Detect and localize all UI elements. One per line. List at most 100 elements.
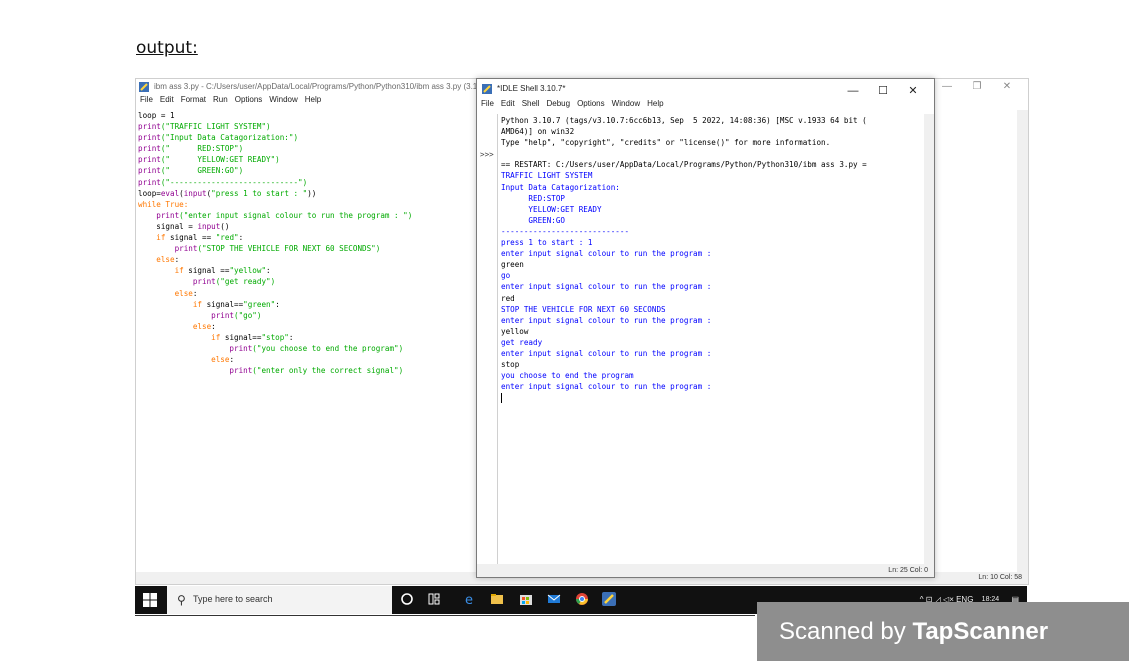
minimize-icon[interactable]: — bbox=[838, 81, 868, 101]
widgets-icon[interactable] bbox=[427, 592, 441, 606]
code-token: print bbox=[138, 166, 161, 176]
code-token: if bbox=[138, 332, 221, 342]
shell-line: enter input signal colour to run the pro… bbox=[501, 315, 712, 325]
edge-icon[interactable]: e bbox=[463, 592, 477, 606]
menu-options[interactable]: Options bbox=[577, 99, 605, 108]
editor-scrollbar[interactable] bbox=[1017, 110, 1028, 572]
idle-shell-window[interactable]: *IDLE Shell 3.10.7* — ☐ ✕ File Edit Shell Deb… bbox=[476, 78, 935, 578]
watermark-prefix: Scanned by bbox=[779, 618, 913, 645]
code-token: "green" bbox=[243, 299, 276, 309]
shell-title: *IDLE Shell 3.10.7* bbox=[497, 84, 566, 93]
code-token: "red" bbox=[215, 233, 239, 243]
menu-help[interactable]: Help bbox=[305, 95, 321, 104]
code-token: if bbox=[138, 266, 184, 276]
menu-window[interactable]: Window bbox=[269, 95, 297, 104]
shell-line: press 1 to start : 1 bbox=[501, 238, 593, 248]
menu-window[interactable]: Window bbox=[612, 99, 640, 108]
code-token: print bbox=[138, 210, 180, 220]
menu-help[interactable]: Help bbox=[647, 99, 663, 108]
menu-debug[interactable]: Debug bbox=[546, 99, 570, 108]
shell-line: Type "help", "copyright", "credits" or "… bbox=[501, 138, 831, 148]
shell-line: YELLOW:GET READY bbox=[501, 204, 602, 214]
svg-text:e: e bbox=[465, 593, 473, 606]
code-token: while bbox=[138, 199, 161, 209]
shell-line: == RESTART: C:/Users/user/AppData/Local/… bbox=[501, 160, 867, 170]
maximize-icon[interactable]: ❐ bbox=[962, 79, 992, 95]
code-token: eval bbox=[160, 188, 180, 198]
code-token: print bbox=[138, 177, 161, 187]
menu-options[interactable]: Options bbox=[235, 95, 263, 104]
code-line: loop = 1 bbox=[138, 111, 175, 120]
shell-scrollbar[interactable] bbox=[924, 114, 934, 564]
shell-line: enter input signal colour to run the pro… bbox=[501, 282, 712, 292]
code-token: signal = bbox=[138, 221, 198, 231]
shell-line: you choose to end the program bbox=[501, 371, 634, 381]
menu-file[interactable]: File bbox=[140, 95, 153, 104]
shell-line: enter input signal colour to run the pro… bbox=[501, 249, 712, 259]
shell-line: ---------------------------- bbox=[501, 226, 630, 236]
taskbar-search-input[interactable]: ⚲ Type here to search bbox=[167, 586, 392, 614]
close-icon[interactable]: ✕ bbox=[992, 79, 1022, 95]
maximize-icon[interactable]: ☐ bbox=[868, 81, 898, 101]
scanner-watermark: Scanned by TapScanner bbox=[757, 602, 1129, 661]
code-token: print bbox=[138, 310, 235, 320]
shell-titlebar[interactable]: *IDLE Shell 3.10.7* — ☐ ✕ bbox=[477, 79, 934, 99]
code-token: True: bbox=[160, 199, 189, 209]
shell-menubar: File Edit Shell Debug Options Window Help bbox=[477, 99, 934, 113]
shell-output[interactable]: Python 3.10.7 (tags/v3.10.7:6cc6b13, Sep… bbox=[501, 115, 922, 564]
minimize-icon[interactable]: — bbox=[932, 79, 962, 95]
menu-format[interactable]: Format bbox=[181, 95, 206, 104]
code-token: input bbox=[183, 188, 207, 198]
code-token: : bbox=[174, 255, 180, 265]
mail-icon[interactable] bbox=[547, 592, 561, 606]
windows-start-icon[interactable] bbox=[143, 593, 157, 607]
code-token: ("get ready") bbox=[215, 277, 276, 287]
task-view-icon[interactable] bbox=[400, 592, 414, 606]
menu-run[interactable]: Run bbox=[213, 95, 228, 104]
code-token: signal== bbox=[220, 332, 262, 342]
menu-edit[interactable]: Edit bbox=[160, 95, 174, 104]
python-idle-icon[interactable] bbox=[602, 592, 616, 606]
menu-shell[interactable]: Shell bbox=[522, 99, 540, 108]
store-icon[interactable] bbox=[519, 592, 533, 606]
code-token: : bbox=[192, 288, 198, 298]
code-token: ("TRAFFIC LIGHT SYSTEM") bbox=[160, 122, 271, 132]
code-token: : bbox=[211, 321, 216, 331]
code-token: (" YELLOW:GET READY") bbox=[160, 155, 280, 165]
shell-line: Python 3.10.7 (tags/v3.10.7:6cc6b13, Sep… bbox=[501, 116, 867, 125]
code-token: "stop" bbox=[261, 332, 289, 342]
code-token: ("enter only the correct signal") bbox=[252, 366, 404, 376]
code-token: print bbox=[138, 122, 161, 132]
code-token: else bbox=[138, 288, 193, 298]
code-token: if bbox=[138, 299, 203, 309]
shell-prompt: >>> bbox=[480, 150, 494, 159]
shell-line: stop bbox=[501, 360, 520, 370]
code-token: ("you choose to end the program") bbox=[252, 343, 404, 353]
shell-line: red bbox=[501, 293, 515, 303]
shell-status: Ln: 25 Col: 0 bbox=[477, 564, 934, 577]
menu-file[interactable]: File bbox=[481, 99, 494, 108]
code-token: ("enter input signal colour to run the p… bbox=[179, 210, 413, 220]
code-token: print bbox=[138, 343, 253, 353]
shell-line: enter input signal colour to run the pro… bbox=[501, 382, 712, 392]
code-token: : bbox=[238, 233, 244, 243]
shell-line: Input Data Catagorization: bbox=[501, 182, 620, 192]
menu-edit[interactable]: Edit bbox=[501, 99, 515, 108]
search-icon: ⚲ bbox=[177, 593, 186, 607]
close-icon[interactable]: ✕ bbox=[898, 81, 928, 101]
code-token: print bbox=[138, 144, 161, 154]
shell-line: yellow bbox=[501, 326, 529, 336]
code-token: ("----------------------------") bbox=[160, 177, 308, 187]
shell-line: get ready bbox=[501, 337, 543, 347]
chrome-icon[interactable] bbox=[575, 592, 589, 606]
code-token: (" GREEN:GO") bbox=[160, 166, 244, 176]
code-token: if bbox=[138, 233, 166, 243]
code-token: print bbox=[138, 155, 161, 165]
shell-line: RED:STOP bbox=[501, 193, 566, 203]
code-token: else bbox=[138, 255, 175, 265]
python-idle-icon bbox=[139, 82, 149, 92]
file-explorer-icon[interactable] bbox=[490, 592, 504, 606]
code-token: print bbox=[138, 366, 253, 376]
code-token: : bbox=[275, 299, 280, 309]
search-placeholder: Type here to search bbox=[193, 594, 273, 604]
